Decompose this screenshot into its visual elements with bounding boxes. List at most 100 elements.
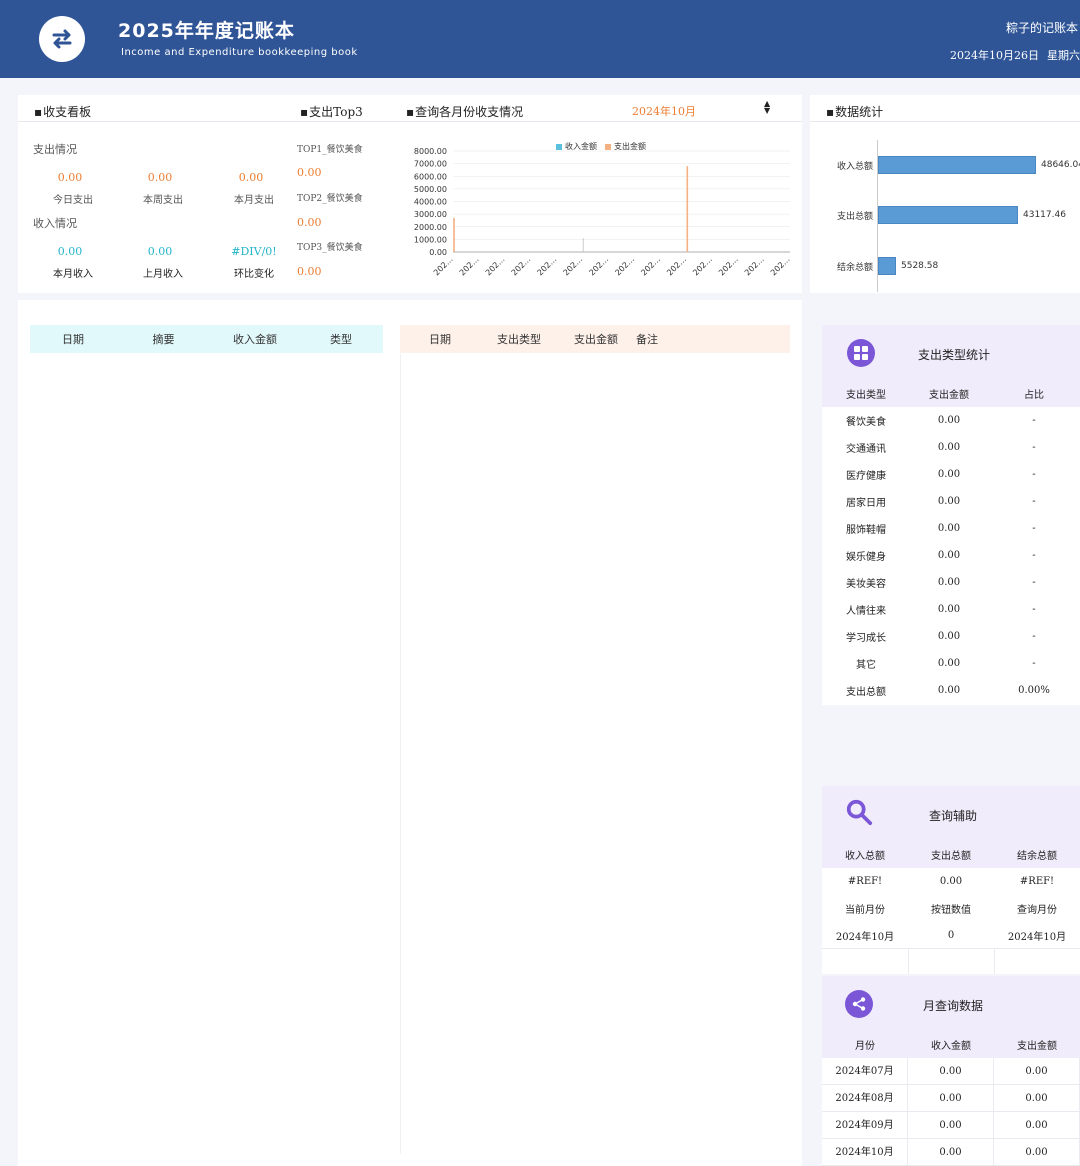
- col-month-income: 收入金额: [931, 1041, 971, 1052]
- x-tick-label: 202…: [691, 255, 714, 278]
- col-month-expense: 支出金额: [1017, 1041, 1057, 1052]
- month-income-cell: 0.00: [908, 1085, 994, 1112]
- expense-amount-cell: 0.00: [937, 604, 961, 615]
- expense-col-note[interactable]: 备注: [634, 331, 660, 347]
- mom-change-value: #DIV/0!: [231, 245, 277, 258]
- x-tick-label: 202…: [587, 255, 610, 278]
- expense-type-cell: 交通通讯: [846, 444, 886, 455]
- grid-icon: [847, 339, 875, 367]
- expense-type-cell: 餐饮美食: [846, 417, 886, 428]
- ratio-cell: -: [1032, 550, 1036, 561]
- page-subtitle: Income and Expenditure bookkeeping book: [121, 47, 358, 58]
- expense-col-date[interactable]: 日期: [400, 331, 480, 347]
- records-panel: [18, 300, 802, 1166]
- ratio-cell: -: [1032, 604, 1036, 615]
- table-row: 医疗健康 0.00 -: [822, 461, 1080, 488]
- expense-amount-cell: 0.00: [937, 685, 961, 696]
- y-tick-label: 7000.00: [414, 160, 447, 169]
- table-row: 服饰鞋帽 0.00 -: [822, 515, 1080, 542]
- monthly-data-colhead: 月份 收入金额 支出金额: [822, 1031, 1080, 1058]
- x-tick-label: 202…: [613, 255, 636, 278]
- last-month-income-label: 上月收入: [143, 269, 183, 280]
- query-helper-colhead: 收入总额 支出总额 结余总额: [822, 841, 1080, 868]
- query-helper-title: 查询辅助: [929, 809, 978, 823]
- ratio-cell: 0.00%: [1018, 685, 1050, 696]
- last-month-income-value: 0.00: [147, 245, 173, 258]
- month-income-cell: 0.00: [908, 1112, 994, 1139]
- income-col-date[interactable]: 日期: [30, 331, 116, 347]
- expense-amount-cell: 0.00: [937, 658, 961, 669]
- query-helper-labels: 当前月份 按钮数值 查询月份: [822, 895, 1080, 922]
- x-tick-label: 202…: [743, 255, 766, 278]
- month-expense-cell: 0.00: [994, 1058, 1080, 1085]
- stats-title: 数据统计: [826, 103, 883, 120]
- expense-table-header: 日期 支出类型 支出金额 备注: [400, 325, 790, 353]
- dashboard-title: 收支看板: [34, 103, 91, 120]
- monthly-data-title: 月查询数据: [923, 999, 984, 1013]
- month-income-label: 本月收入: [53, 269, 93, 280]
- income-col-summary[interactable]: 摘要: [116, 331, 211, 347]
- expense-amount-cell: 0.00: [937, 415, 961, 426]
- top2-value: 0.00: [297, 216, 322, 229]
- table-row: 2024年10月 0.00 0.00: [822, 1139, 1080, 1166]
- today-expense-value: 0.00: [57, 171, 83, 184]
- y-tick-label: 8000.00: [414, 147, 447, 156]
- monthly-query-title: 查询各月份收支情况: [406, 103, 523, 120]
- col-income-total: 收入总额: [845, 851, 885, 862]
- ratio-cell: -: [1032, 631, 1036, 642]
- month-expense-value: 0.00: [238, 171, 264, 184]
- income-total-value: #REF!: [847, 876, 883, 887]
- query-helper-values: #REF! 0.00 #REF!: [822, 868, 1080, 895]
- expense-amount-cell: 0.00: [937, 577, 961, 588]
- expense-col-type[interactable]: 支出类型: [480, 331, 558, 347]
- expense-col-amount[interactable]: 支出金额: [558, 331, 634, 347]
- x-tick-label: 202…: [536, 255, 559, 278]
- expense-type-cell: 人情往来: [846, 606, 886, 617]
- expense-type-cell: 医疗健康: [846, 471, 886, 482]
- page-title: 2025年年度记账本: [118, 20, 295, 42]
- top1-value: 0.00: [297, 166, 322, 179]
- search-icon: [845, 798, 873, 826]
- ratio-cell: -: [1032, 523, 1036, 534]
- month-expense-cell: 0.00: [994, 1085, 1080, 1112]
- col-month: 月份: [855, 1041, 875, 1052]
- income-col-type[interactable]: 类型: [299, 331, 383, 347]
- month-select[interactable]: 2024年10月: [632, 103, 696, 119]
- y-tick-label: 0.00: [429, 248, 447, 257]
- x-tick-label: 202…: [458, 255, 481, 278]
- stats-bar-value: 5528.58: [901, 261, 939, 271]
- y-tick-label: 2000.00: [414, 223, 447, 232]
- table-row: 餐饮美食 0.00 -: [822, 407, 1080, 434]
- x-tick-label: 202…: [510, 255, 533, 278]
- table-row: 人情往来 0.00 -: [822, 596, 1080, 623]
- week-expense-value: 0.00: [147, 171, 173, 184]
- chart-bar: [686, 166, 689, 252]
- month-expense-label: 本月支出: [234, 195, 274, 206]
- ratio-cell: -: [1032, 442, 1036, 453]
- ratio-cell: -: [1032, 496, 1036, 507]
- expense-type-title: 支出类型统计: [918, 348, 991, 362]
- button-value-label: 按钮数值: [931, 905, 971, 916]
- table-row: 娱乐健身 0.00 -: [822, 542, 1080, 569]
- y-tick-label: 1000.00: [414, 235, 447, 244]
- owner-name: 粽子的记账本: [1005, 21, 1078, 35]
- expense-amount-cell: 0.00: [937, 631, 961, 642]
- query-helper-values2: 2024年10月 0 2024年10月: [822, 922, 1080, 949]
- col-ratio: 占比: [1024, 390, 1044, 401]
- current-month-label: 当前月份: [845, 905, 885, 916]
- income-col-amount[interactable]: 收入金额: [211, 331, 299, 347]
- x-tick-label: 202…: [484, 255, 507, 278]
- stats-bar-label: 支出总额: [837, 212, 874, 222]
- expense-type-cell: 支出总额: [846, 687, 886, 698]
- col-expense-total: 支出总额: [931, 851, 971, 862]
- expense-amount-cell: 0.00: [937, 523, 961, 534]
- month-cell: 2024年09月: [822, 1112, 908, 1139]
- month-cell: 2024年07月: [822, 1058, 908, 1085]
- month-spinner[interactable]: ▲ ▼: [764, 100, 770, 115]
- month-income-cell: 0.00: [908, 1058, 994, 1085]
- expense-total-value: 0.00: [939, 876, 963, 887]
- table-row: 居家日用 0.00 -: [822, 488, 1080, 515]
- table-row: 学习成长 0.00 -: [822, 623, 1080, 650]
- month-expense-cell: 0.00: [994, 1112, 1080, 1139]
- divider: [18, 121, 802, 122]
